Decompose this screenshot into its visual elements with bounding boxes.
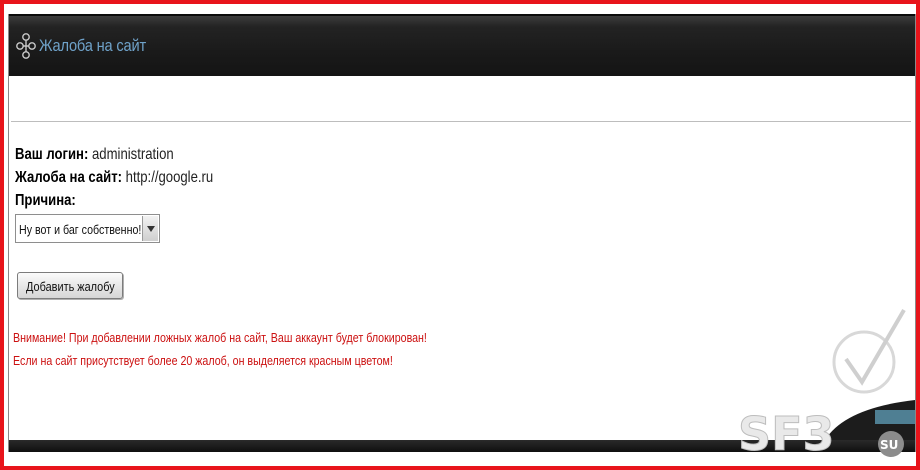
gear-cluster-icon — [16, 33, 36, 59]
checkmark-watermark-icon — [832, 308, 906, 394]
site-label: Жалоба на сайт: — [15, 169, 123, 186]
complaint-window: Жалоба на сайт Ваш логин: administration… — [8, 14, 916, 452]
reason-select-value: Ну вот и баг собственно! — [19, 222, 142, 237]
warning-red-highlight: Если на сайт присутствует более 20 жалоб… — [13, 353, 393, 368]
add-complaint-button-label: Добавить жалобу — [26, 279, 115, 294]
login-label: Ваш логин: — [15, 146, 89, 163]
warning-false-complaints: Внимание! При добавлении ложных жалоб на… — [13, 330, 427, 345]
site-watermark-logo: SF3 SU — [734, 404, 914, 464]
screenshot-frame: Жалоба на сайт Ваш логин: administration… — [0, 0, 920, 470]
reason-select[interactable]: Ну вот и баг собственно! — [15, 214, 160, 243]
sf3-logo-icon: SF3 SU — [738, 407, 904, 462]
site-row: Жалоба на сайт: http://google.ru — [15, 169, 213, 187]
reason-row: Причина: — [15, 192, 76, 210]
header-divider — [11, 121, 911, 122]
add-complaint-button[interactable]: Добавить жалобу — [17, 272, 123, 299]
reason-label: Причина: — [15, 192, 76, 209]
logo-tld-text: SU — [880, 438, 898, 452]
logo-brand-text: SF3 — [738, 407, 835, 461]
site-value: http://google.ru — [125, 169, 214, 186]
chevron-down-icon[interactable] — [142, 216, 158, 241]
login-row: Ваш логин: administration — [15, 146, 174, 164]
login-value: administration — [92, 146, 174, 163]
window-title: Жалоба на сайт — [39, 36, 147, 55]
window-titlebar: Жалоба на сайт — [9, 14, 915, 76]
